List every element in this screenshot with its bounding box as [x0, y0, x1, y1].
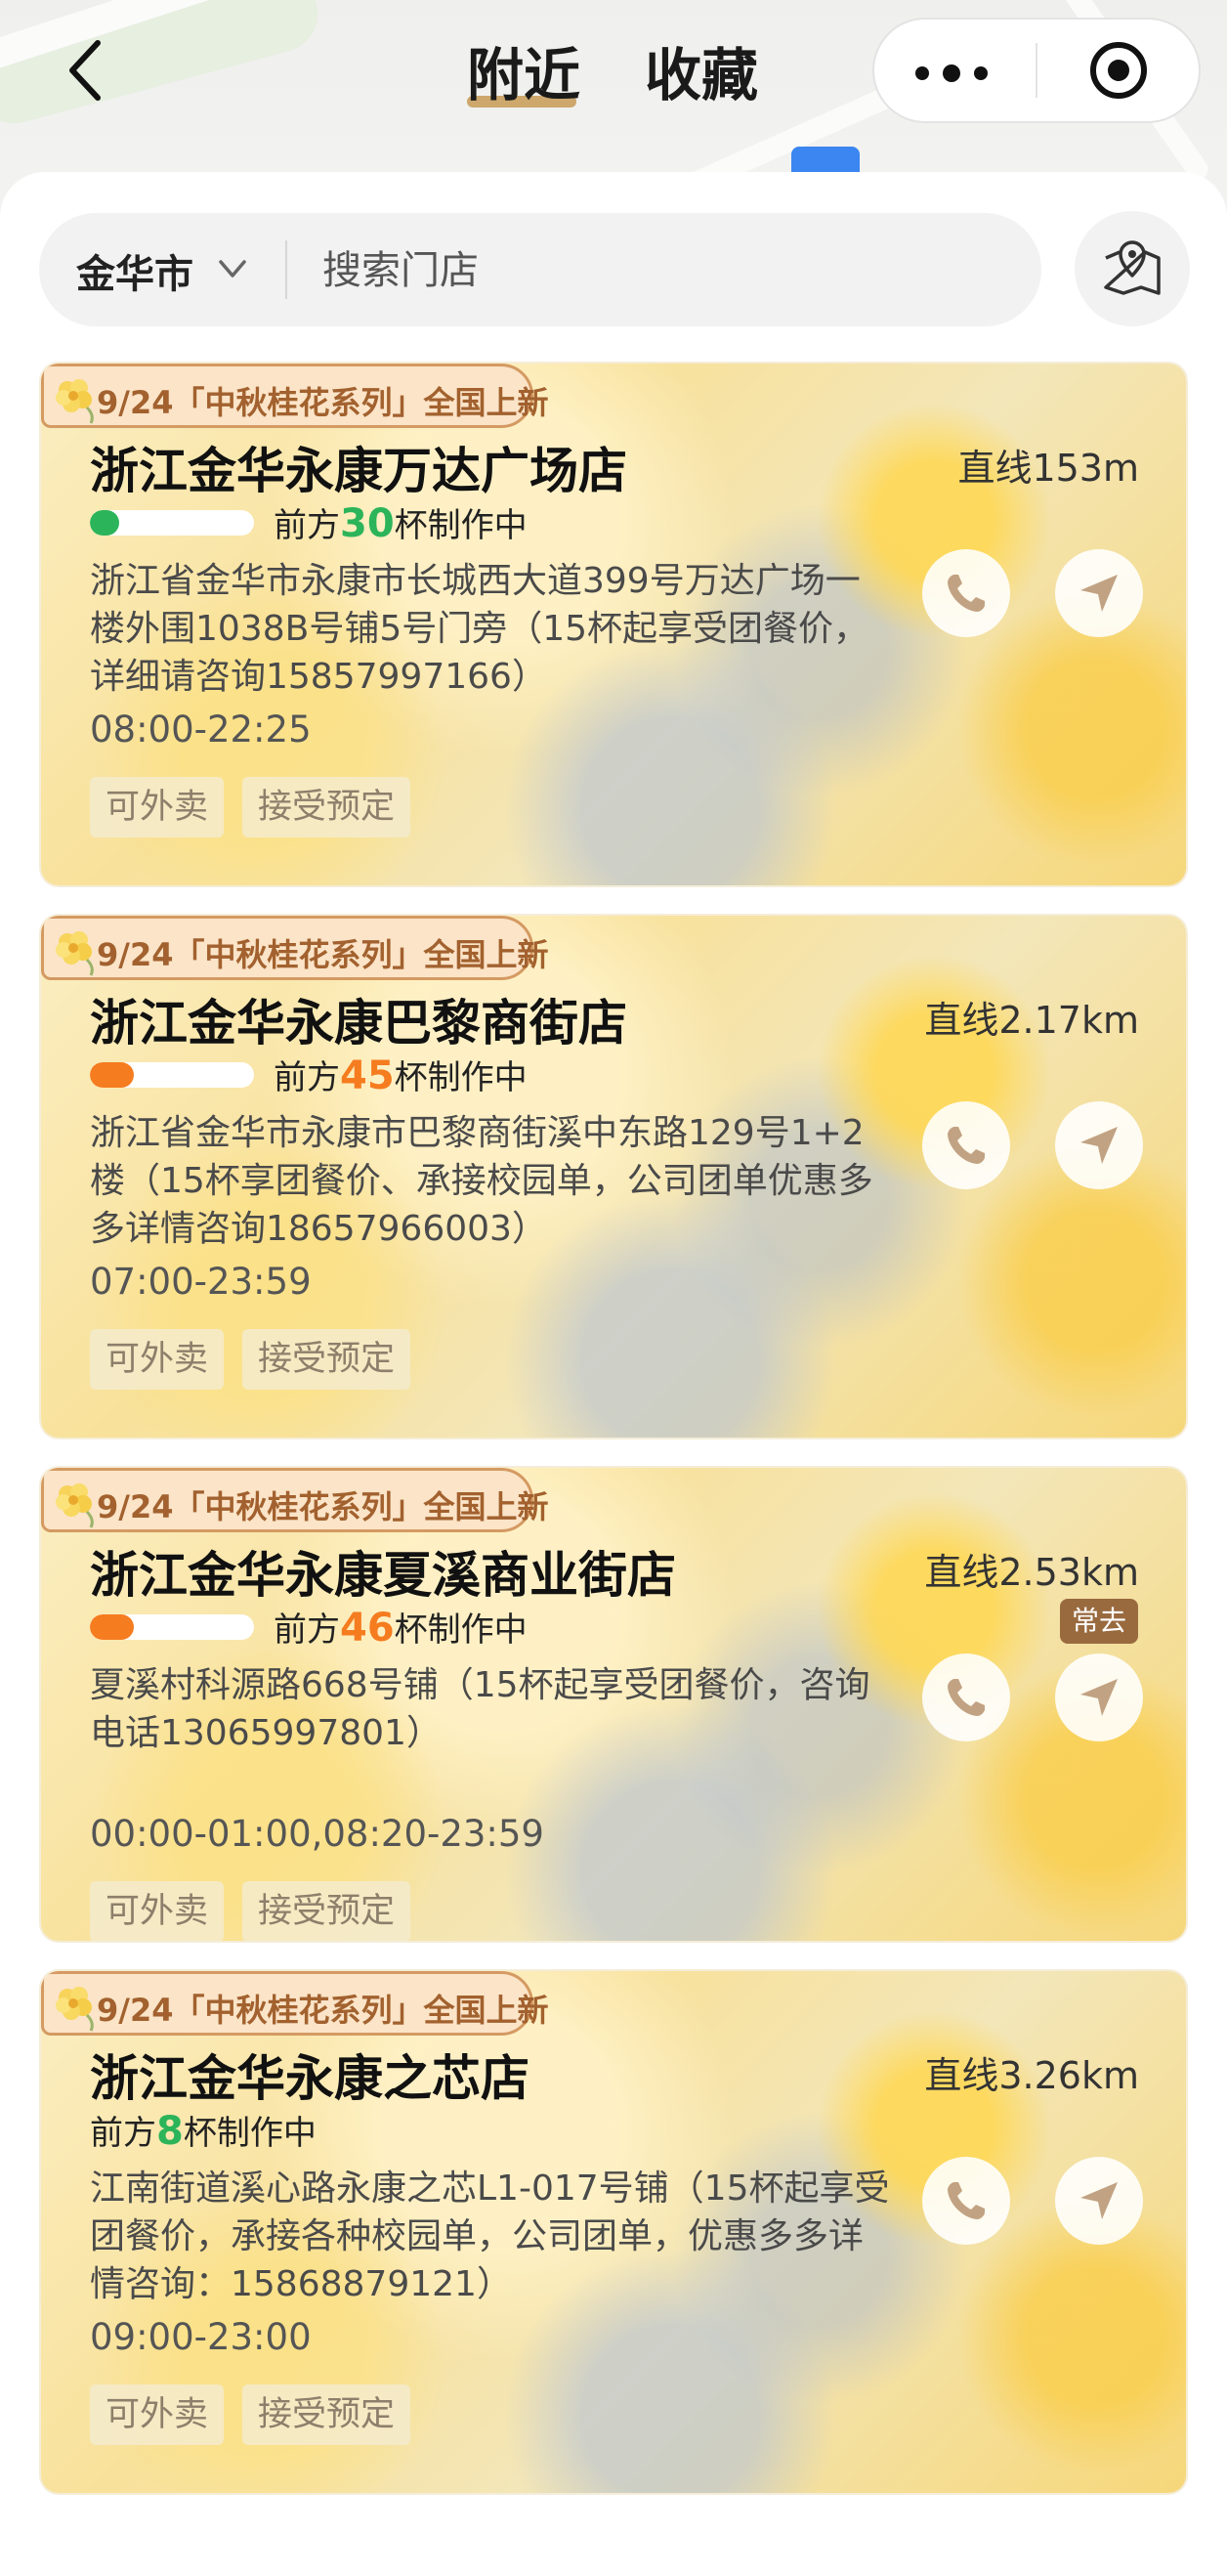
queue-prefix: 前方 [274, 506, 340, 545]
promo-badge: 9/24「中秋桂花系列」全国上新 [41, 1468, 549, 1532]
store-name: 浙江金华永康巴黎商街店 [90, 995, 627, 1052]
store-hours: 08:00-22:25 [90, 708, 312, 751]
queue-progress-fill [90, 1062, 135, 1088]
queue-status: 前方45杯制作中 [274, 1051, 528, 1098]
store-distance: 直线2.53km [924, 1551, 1139, 1594]
navigate-button[interactable] [1055, 1653, 1143, 1741]
capsule-divider [1036, 43, 1037, 98]
queue-suffix: 杯制作中 [394, 506, 528, 545]
tag-reservation: 接受预定 [242, 777, 411, 837]
queue-count: 46 [340, 1606, 395, 1651]
navigation-arrow-icon [1080, 1679, 1118, 1716]
top-header: 附近 收藏 [0, 0, 1227, 147]
phone-icon [948, 1127, 985, 1164]
promo-badge-text: 9/24「中秋桂花系列」全国上新 [97, 936, 549, 973]
dot-icon [974, 66, 988, 80]
tag-reservation: 接受预定 [242, 1329, 411, 1390]
store-name: 浙江金华永康夏溪商业街店 [90, 1547, 676, 1604]
promo-badge-text: 9/24「中秋桂花系列」全国上新 [97, 384, 549, 421]
osmanthus-flower-icon [56, 1987, 94, 2032]
navigation-arrow-icon [1080, 1127, 1118, 1164]
navigate-button[interactable] [1055, 2157, 1143, 2245]
tag-delivery: 可外卖 [90, 777, 225, 837]
queue-status: 前方8杯制作中 [90, 2106, 317, 2154]
queue-progress-bar [90, 510, 254, 536]
target-circle-icon [1090, 42, 1147, 99]
dot-icon [943, 64, 960, 82]
queue-progress-fill [90, 510, 120, 536]
city-selector[interactable]: 金华市 [76, 242, 193, 299]
navigation-arrow-icon [1080, 2182, 1118, 2219]
queue-suffix: 杯制作中 [394, 1610, 528, 1650]
navigate-button[interactable] [1055, 549, 1143, 637]
map-pin-icon [1104, 240, 1161, 295]
call-button[interactable] [922, 549, 1010, 637]
tab-favorites[interactable]: 收藏 [645, 29, 758, 111]
queue-prefix: 前方 [90, 2114, 156, 2153]
chevron-left-icon [69, 40, 101, 101]
call-button[interactable] [922, 1101, 1010, 1189]
store-address: 浙江省金华市永康市巴黎商街溪中东路129号1+2楼（15杯享团餐价、承接校园单，… [90, 1113, 873, 1249]
navigation-arrow-icon [1080, 575, 1118, 612]
search-divider [285, 240, 287, 299]
queue-prefix: 前方 [274, 1610, 340, 1650]
queue-progress-bar [90, 1062, 254, 1088]
more-options-button[interactable] [913, 39, 1001, 102]
store-card[interactable]: 9/24「中秋桂花系列」全国上新浙江金华永康万达广场店 直线153m 前方30杯制作… [41, 364, 1186, 885]
store-distance: 直线153m [957, 447, 1139, 490]
map-view-button[interactable] [1075, 211, 1190, 326]
miniprogram-capsule [872, 18, 1201, 123]
navigate-button[interactable] [1055, 1101, 1143, 1189]
store-search-input[interactable] [320, 236, 1008, 305]
search-bar: 金华市 [39, 213, 1041, 326]
tag-reservation: 接受预定 [242, 2384, 411, 2445]
promo-badge: 9/24「中秋桂花系列」全国上新 [41, 364, 549, 428]
queue-count: 30 [340, 501, 395, 546]
store-distance: 直线2.17km [924, 999, 1139, 1042]
osmanthus-flower-icon [56, 379, 94, 424]
store-address: 江南街道溪心路永康之芯L1-017号铺（15杯起享受团餐价，承接各种校园单，公司… [90, 2168, 890, 2304]
call-button[interactable] [922, 2157, 1010, 2245]
store-hours: 09:00-23:00 [90, 2316, 312, 2358]
queue-status: 前方46杯制作中 [274, 1603, 528, 1651]
queue-progress-fill [90, 1614, 135, 1640]
store-name: 浙江金华永康之芯店 [90, 2050, 529, 2107]
phone-icon [948, 575, 985, 612]
store-address: 夏溪村科源路668号铺（15杯起享受团餐价，咨询电话13065997801） [90, 1665, 870, 1753]
phone-icon [948, 2182, 985, 2219]
queue-suffix: 杯制作中 [183, 2114, 317, 2153]
store-name: 浙江金华永康万达广场店 [90, 443, 627, 499]
tag-delivery: 可外卖 [90, 2384, 225, 2445]
tag-delivery: 可外卖 [90, 1329, 225, 1390]
store-card[interactable]: 9/24「中秋桂花系列」全国上新浙江金华永康之芯店 直线3.26km 前方8杯制作中… [41, 1971, 1186, 2493]
promo-badge-text: 9/24「中秋桂花系列」全国上新 [97, 1992, 549, 2029]
back-button[interactable] [59, 37, 117, 104]
close-miniprogram-button[interactable] [1087, 39, 1150, 102]
tag-reservation: 接受预定 [242, 1881, 411, 1941]
queue-suffix: 杯制作中 [394, 1058, 528, 1097]
queue-count: 45 [340, 1053, 395, 1098]
queue-count: 8 [156, 2109, 184, 2154]
osmanthus-flower-icon [56, 1483, 94, 1528]
store-distance: 直线3.26km [924, 2054, 1139, 2097]
promo-badge-text: 9/24「中秋桂花系列」全国上新 [97, 1488, 549, 1525]
store-address: 浙江省金华市永康市长城西大道399号万达广场一楼外围1038B号铺5号门旁（15… [90, 561, 869, 697]
chevron-down-icon[interactable] [213, 252, 252, 287]
store-hours: 07:00-23:59 [90, 1261, 312, 1303]
store-card[interactable]: 9/24「中秋桂花系列」全国上新浙江金华永康夏溪商业街店 直线2.53km 前方46… [41, 1468, 1186, 1941]
call-button[interactable] [922, 1653, 1010, 1741]
queue-status: 前方30杯制作中 [274, 498, 528, 546]
queue-prefix: 前方 [274, 1058, 340, 1097]
store-hours: 00:00-01:00,08:20-23:59 [90, 1813, 544, 1855]
frequent-store-label: 常去 [1060, 1599, 1138, 1644]
promo-badge: 9/24「中秋桂花系列」全国上新 [41, 916, 549, 980]
tab-nearby[interactable]: 附近 [467, 29, 580, 111]
osmanthus-flower-icon [56, 931, 94, 976]
phone-icon [948, 1679, 985, 1716]
promo-badge: 9/24「中秋桂花系列」全国上新 [41, 1971, 549, 2036]
dot-icon [915, 66, 929, 80]
tag-delivery: 可外卖 [90, 1881, 225, 1941]
queue-progress-bar [90, 1614, 254, 1640]
store-card[interactable]: 9/24「中秋桂花系列」全国上新浙江金华永康巴黎商街店 直线2.17km 前方45杯… [41, 916, 1186, 1438]
